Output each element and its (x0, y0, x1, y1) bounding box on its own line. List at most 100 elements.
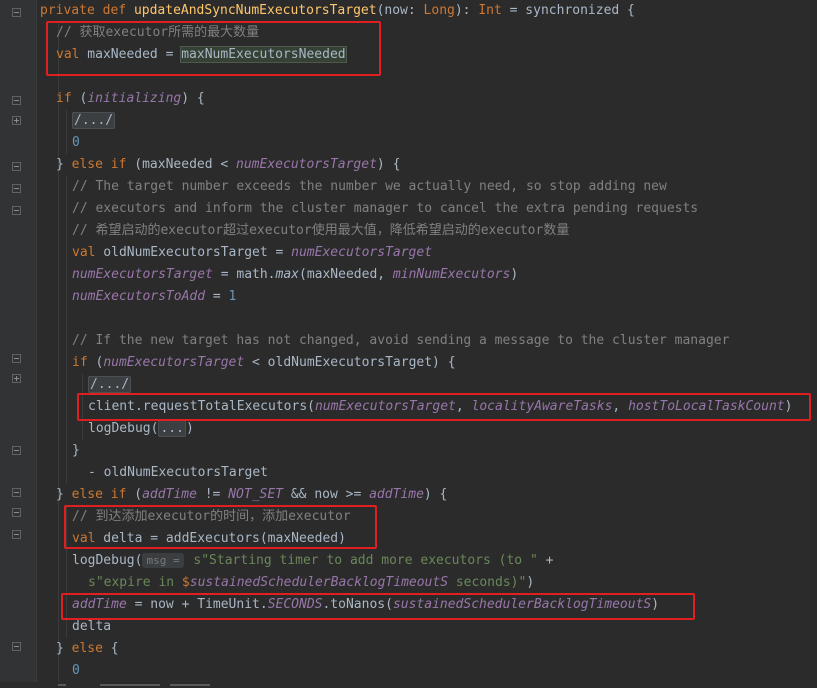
method-name: max (275, 267, 299, 282)
code-line-2: // 获取executor所需的最大数量 (56, 22, 259, 44)
code-line-19: } (72, 440, 80, 462)
code-text: maxNeeded = (79, 47, 182, 62)
code-text: ) (185, 421, 194, 436)
code-line-15: if (numExecutorsTarget < oldNumExecutors… (72, 352, 456, 374)
code-text: = synchronized { (501, 3, 635, 18)
code-text: ( (71, 91, 88, 106)
folded-code-placeholder[interactable]: /.../ (88, 376, 132, 393)
folded-code-placeholder[interactable]: ... (158, 420, 186, 437)
code-text: = (205, 289, 229, 304)
field-reference: initializing (87, 91, 182, 106)
code-editor[interactable]: private def updateAndSyncNumExecutorsTar… (0, 0, 817, 688)
code-text: ( (126, 487, 143, 502)
code-text: (maxNeeded, (299, 267, 393, 282)
keyword-val: val (72, 245, 96, 260)
field-reference: addTime (72, 597, 127, 612)
interpolation-marker: $ (181, 575, 190, 590)
function-name: updateAndSyncNumExecutorsTarget (133, 3, 377, 18)
keyword-def: def (102, 3, 127, 18)
code-text: ( (87, 355, 104, 370)
keyword-else: else (71, 641, 103, 656)
code-line-8: // The target number exceeds the number … (72, 176, 667, 198)
code-line-28: } else { (56, 638, 119, 660)
code-line-24: logDebug(msg = s"Starting timer to add m… (72, 550, 553, 572)
code-line-25: s"expire in $sustainedSchedulerBacklogTi… (88, 572, 534, 594)
text-fragment (100, 684, 160, 686)
code-text: && now >= (283, 487, 370, 502)
folded-code-placeholder[interactable]: /.../ (72, 112, 116, 129)
code-line-13: numExecutorsToAdd = 1 (72, 286, 236, 308)
keyword-val: val (72, 531, 96, 546)
code-line-20: - oldNumExecutorsTarget (88, 462, 268, 484)
number-literal: 0 (72, 663, 80, 678)
code-comment: // 获取executor所需的最大数量 (56, 25, 260, 40)
code-text: { (102, 641, 119, 656)
code-line-10: // 希望启动的executor超过executor使用最大值，降低希望启动的e… (72, 220, 569, 242)
code-line-27: delta (72, 616, 111, 638)
keyword-if: if (110, 487, 127, 502)
code-text: logDebug( (72, 553, 143, 568)
code-line-17: client.requestTotalExecutors(numExecutor… (88, 396, 792, 418)
code-text: .toNanos( (322, 597, 393, 612)
code-text: } (56, 641, 72, 656)
keyword-if: if (72, 355, 88, 370)
keyword-if: if (56, 91, 72, 106)
code-line-3: val maxNeeded = maxNumExecutorsNeeded (56, 44, 347, 66)
field-reference: numExecutorsTarget (103, 355, 245, 370)
code-text: (now: (376, 3, 424, 18)
code-line-5: /.../ (72, 110, 116, 132)
field-reference: numExecutorsTarget (291, 245, 433, 260)
code-text: ) (784, 399, 793, 414)
keyword-private: private (40, 3, 95, 18)
code-text: ) { (423, 487, 448, 502)
code-text: oldNumExecutorsTarget = (95, 245, 292, 260)
code-text: + (537, 553, 554, 568)
code-line-16: /.../ (88, 374, 132, 396)
code-text: - oldNumExecutorsTarget (88, 465, 269, 480)
constant-reference: NOT_SET (228, 487, 284, 502)
code-text: } (72, 443, 80, 458)
code-line-26: addTime = now + TimeUnit.SECONDS.toNanos… (72, 594, 659, 616)
keyword-val: val (56, 47, 80, 62)
keyword-else: else (71, 157, 103, 172)
code-text: logDebug( (88, 421, 159, 436)
code-line-21: } else if (addTime != NOT_SET && now >= … (56, 484, 447, 506)
code-line-4: if (initializing) { (56, 88, 205, 110)
code-text: ) (510, 267, 519, 282)
code-comment: // The target number exceeds the number … (72, 179, 667, 194)
code-text: } (56, 487, 72, 502)
field-reference: numExecutorsTarget (236, 157, 377, 172)
code-text: delta = addExecutors(maxNeeded) (95, 531, 346, 546)
field-reference: localityAwareTasks (471, 399, 613, 414)
parameter-name-hint: msg = (142, 553, 184, 568)
code-text: } (56, 157, 72, 172)
code-line-18: logDebug(...) (88, 418, 194, 440)
number-literal: 1 (228, 289, 237, 304)
code-comment: // executors and inform the cluster mana… (72, 201, 699, 216)
code-text: delta (72, 619, 112, 634)
code-line-29: 0 (72, 660, 80, 682)
type-int: Int (478, 3, 502, 18)
code-text: ): (454, 3, 479, 18)
field-reference: sustainedSchedulerBacklogTimeoutS (189, 575, 449, 590)
code-comment: // 希望启动的executor超过executor使用最大值，降低希望启动的e… (72, 223, 570, 238)
code-line-6: 0 (72, 132, 80, 154)
text-fragment (170, 684, 210, 686)
code-comment: // If the new target has not changed, av… (72, 333, 730, 348)
field-reference: addTime (369, 487, 424, 502)
code-text: ) (526, 575, 535, 590)
code-text: ) { (181, 91, 205, 106)
field-reference: sustainedSchedulerBacklogTimeoutS (392, 597, 652, 612)
keyword-else: else (71, 487, 103, 502)
code-line-7: } else if (maxNeeded < numExecutorsTarge… (56, 154, 400, 176)
code-text: ) (651, 597, 660, 612)
code-comment: // 到达添加executor的时间，添加executor (72, 509, 351, 524)
code-line-12: numExecutorsTarget = math.max(maxNeeded,… (72, 264, 518, 286)
code-text: , (612, 399, 629, 414)
field-reference: addTime (142, 487, 197, 502)
field-reference: numExecutorsTarget (72, 267, 213, 282)
highlighted-identifier[interactable]: maxNumExecutorsNeeded (180, 46, 347, 63)
type-long: Long (423, 3, 455, 18)
code-text: ) { (376, 157, 401, 172)
string-literal: seconds)" (448, 575, 527, 590)
